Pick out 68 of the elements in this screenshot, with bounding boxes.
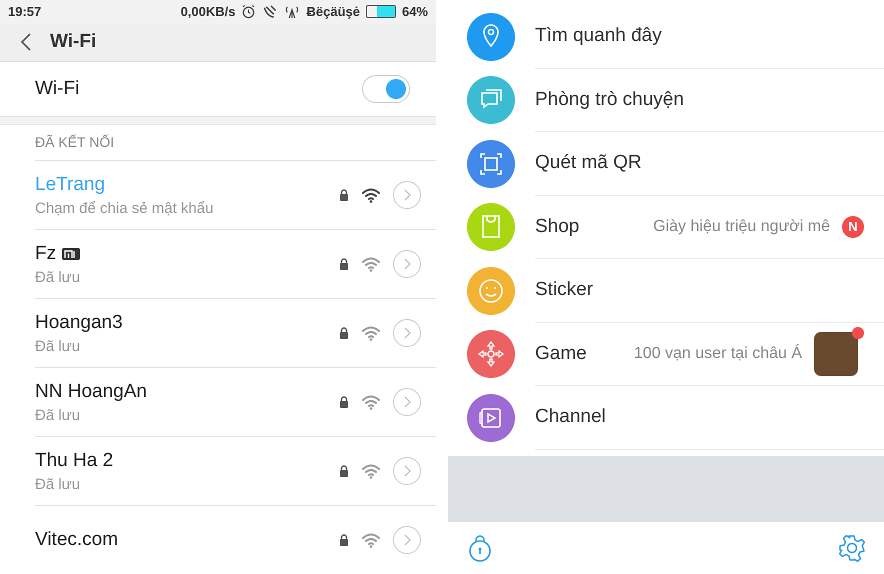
notification-dot	[852, 326, 864, 339]
lock-icon	[339, 258, 349, 270]
wifi-signal-icon	[361, 463, 381, 479]
clock-time: 19:57	[8, 4, 42, 20]
network-status: Chạm để chia sẻ mật khẩu	[35, 200, 214, 216]
network-name[interactable]: Vitec.com	[35, 529, 118, 551]
antenna-icon	[284, 4, 300, 20]
details-button[interactable]	[393, 457, 421, 485]
details-button[interactable]	[393, 388, 421, 416]
section-heading: ĐÃ KẾT NỐI	[34, 133, 116, 152]
menu-label[interactable]: Sticker	[535, 279, 594, 302]
padlock-icon[interactable]	[468, 534, 492, 562]
network-name[interactable]: Hoangan3	[35, 312, 123, 334]
wifi-signal-icon	[361, 325, 381, 341]
network-name[interactable]: NN HoangAn	[35, 380, 147, 402]
lock-icon	[339, 327, 349, 339]
wifi-label: Wi-Fi	[35, 78, 80, 100]
network-status: Đã lưu	[35, 476, 82, 492]
wifi-signal-icon	[361, 532, 381, 548]
menu-label[interactable]: Tìm quanh đây	[535, 25, 662, 48]
details-button[interactable]	[393, 526, 421, 554]
wifi-signal-icon	[361, 256, 381, 272]
network-speed: 0,00KB/s	[180, 4, 236, 20]
wifi-signal-icon	[361, 187, 381, 203]
lock-icon	[339, 534, 349, 546]
network-name[interactable]: Fz	[35, 242, 56, 264]
pin-menu-icon[interactable]	[467, 12, 515, 61]
back-icon[interactable]	[20, 32, 32, 52]
satellite-dish-icon	[262, 4, 278, 20]
alarm-clock-icon	[241, 4, 256, 20]
game-menu-icon[interactable]	[467, 330, 515, 378]
new-badge: N	[842, 216, 864, 238]
menu-label[interactable]: Game	[535, 342, 587, 365]
carrier-name: Ƀëçäüşė	[306, 4, 360, 20]
lock-icon	[339, 396, 349, 408]
channel-menu-icon[interactable]	[467, 394, 515, 442]
menu-hint: 100 vạn user tại châu Á	[632, 344, 802, 363]
qr-menu-icon[interactable]	[467, 140, 515, 188]
chevron-icon	[403, 258, 411, 270]
battery-percent: 64%	[402, 4, 428, 20]
menu-label[interactable]: Channel	[535, 406, 606, 428]
menu-label[interactable]: Phòng trò chuyện	[535, 88, 684, 111]
menu-hint: Giày hiệu triệu người mê	[652, 218, 830, 236]
network-status: Đã lưu	[35, 338, 82, 354]
lock-icon	[339, 465, 349, 477]
details-button[interactable]	[393, 181, 421, 209]
chevron-icon	[403, 465, 411, 477]
network-status: Đã lưu	[35, 406, 82, 424]
details-button[interactable]	[393, 319, 421, 347]
chevron-icon	[403, 189, 411, 201]
page-title: Wi-Fi	[50, 31, 96, 54]
shop-menu-icon[interactable]	[467, 203, 515, 252]
game-thumbnail-placeholder[interactable]	[814, 332, 858, 376]
menu-label[interactable]: Shop	[535, 216, 580, 238]
wifi-toggle[interactable]	[362, 74, 410, 103]
chevron-icon	[403, 327, 411, 339]
menu-label[interactable]: Quét mã QR	[535, 152, 642, 174]
chevron-icon	[403, 534, 411, 546]
sticker-menu-icon[interactable]	[467, 266, 515, 315]
network-name[interactable]: Thu Ha 2	[35, 450, 114, 472]
details-button[interactable]	[393, 250, 421, 278]
wifi-signal-icon	[361, 394, 381, 410]
settings-icon[interactable]	[838, 534, 866, 562]
chat-menu-icon[interactable]	[467, 76, 515, 124]
battery-icon	[366, 5, 396, 18]
lock-icon	[339, 189, 349, 201]
network-status: Đã lưu	[35, 268, 82, 286]
chevron-icon	[403, 396, 411, 408]
